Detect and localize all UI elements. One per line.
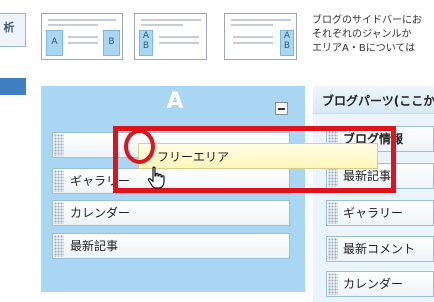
highlight-circle (124, 129, 155, 164)
drag-handle-icon[interactable] (54, 235, 64, 257)
thumb-col-ab: AB (139, 30, 153, 56)
thumb-line (141, 24, 183, 26)
thumb-col-ab: AB (280, 30, 294, 56)
drag-handle-icon[interactable] (328, 238, 338, 260)
blog-parts-title: ブログパーツ(ここか (322, 94, 434, 108)
area-a-item-label: カレンダー (70, 206, 131, 220)
drag-handle-icon[interactable] (54, 202, 64, 224)
thumb-col-b: B (103, 30, 120, 56)
thumb-col-a: A (46, 30, 63, 56)
drag-handle-icon[interactable] (328, 202, 338, 224)
thumb-line (159, 42, 199, 44)
thumb-line (68, 36, 98, 38)
area-a-title: A (166, 89, 184, 114)
drag-handle-icon[interactable] (328, 273, 338, 295)
hand-cursor-icon (147, 166, 165, 189)
thumb-line (48, 19, 116, 21)
nav-tab-label: 析 (3, 21, 15, 34)
nav-active-bar[interactable] (0, 78, 26, 95)
layout-thumbnail-2[interactable]: AB (134, 13, 207, 60)
layout-thumbnail-1[interactable]: A B (41, 13, 123, 60)
thumb-line (233, 42, 273, 44)
drag-handle-icon[interactable] (54, 170, 64, 192)
parts-item-label: 最新コメント (343, 242, 416, 256)
collapse-icon[interactable] (275, 102, 288, 115)
blog-parts-panel (313, 86, 434, 302)
thumb-line (233, 36, 273, 38)
thumb-line (231, 24, 273, 26)
area-a-item-label: 最新記事 (70, 239, 119, 253)
description-text: ブログのサイドバーにお それぞれのジャンルか エリアA・Bについては (312, 15, 422, 54)
drag-handle-icon[interactable] (54, 134, 64, 156)
thumb-line (231, 19, 291, 21)
parts-item-label: カレンダー (343, 277, 404, 291)
thumb-line (68, 42, 98, 44)
parts-item-label: ギャラリー (343, 206, 404, 220)
thumb-line (141, 19, 201, 21)
thumb-line (159, 36, 199, 38)
layout-thumbnail-3[interactable]: AB (224, 13, 297, 60)
thumb-line (48, 24, 98, 26)
